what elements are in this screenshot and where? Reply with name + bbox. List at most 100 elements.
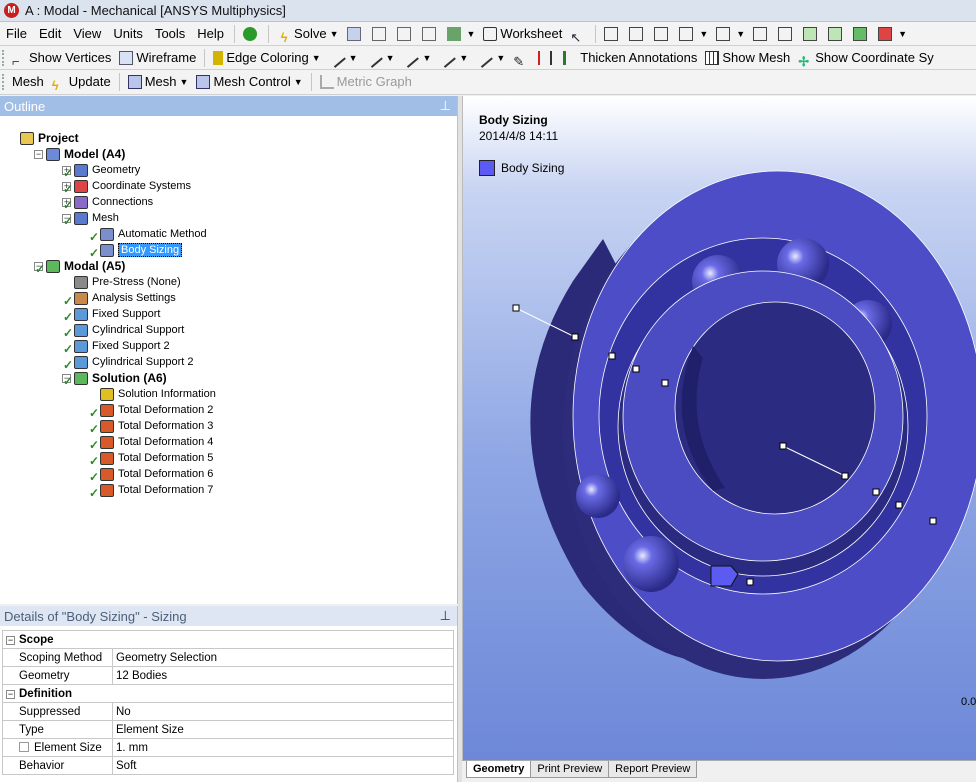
pin-icon[interactable]: ⊥ <box>440 608 451 624</box>
group-definition[interactable]: − Definition <box>2 684 454 703</box>
pin-tool[interactable]: ✎ <box>509 47 534 69</box>
solve-button[interactable]: ϟ Solve ▼ <box>273 23 342 45</box>
select-icon-7[interactable] <box>774 23 799 45</box>
toolbar-cube-dd[interactable]: ▼ <box>874 23 911 45</box>
select-icon-1[interactable] <box>600 23 625 45</box>
show-mesh-button[interactable]: Show Mesh <box>701 47 794 69</box>
status-check-icon: ✓ <box>63 214 74 228</box>
detail-row[interactable]: Geometry 12 Bodies <box>2 666 454 685</box>
edge-tool-4[interactable]: ▼ <box>435 47 472 69</box>
graphics-viewport[interactable]: Body Sizing 2014/4/8 14:11 Body Sizing 0… <box>462 96 976 760</box>
edge-coloring-dropdown[interactable]: Edge Coloring ▼ <box>209 47 324 69</box>
menu-help[interactable]: Help <box>191 23 230 45</box>
tree-node[interactable]: Mesh <box>74 210 119 226</box>
select-icon-9[interactable] <box>824 23 849 45</box>
menu-units[interactable]: Units <box>107 23 149 45</box>
ball[interactable] <box>623 536 679 592</box>
collapse-icon[interactable]: − <box>6 635 15 645</box>
select-icon-4[interactable]: ▼ <box>675 23 712 45</box>
inner-ring[interactable] <box>617 270 909 577</box>
metric-graph-button[interactable]: Metric Graph <box>316 71 416 93</box>
worksheet-button[interactable]: Worksheet <box>479 23 566 45</box>
wireframe-button[interactable]: Wireframe <box>115 47 200 69</box>
tree-node[interactable]: Fixed Support 2 <box>74 338 170 354</box>
tree-node[interactable]: Cylindrical Support <box>74 322 184 338</box>
tree-node[interactable]: Project <box>20 130 79 146</box>
select-icon-6[interactable] <box>749 23 774 45</box>
query-button[interactable]: ↖ <box>566 23 591 45</box>
tree-node[interactable]: Total Deformation 2 <box>100 402 213 418</box>
tree-node[interactable]: Geometry <box>74 162 140 178</box>
detail-row[interactable]: Scoping Method Geometry Selection <box>2 648 454 667</box>
mesh-control-dropdown[interactable]: Mesh Control ▼ <box>192 71 306 93</box>
tree-node[interactable]: Automatic Method <box>100 226 207 242</box>
tree-node[interactable]: Pre-Stress (None) <box>74 274 181 290</box>
edge-tool-5[interactable]: ▼ <box>472 47 509 69</box>
menu-file[interactable]: File <box>0 23 33 45</box>
toolbar-icon-1[interactable] <box>343 23 368 45</box>
tree-node[interactable]: Total Deformation 7 <box>100 482 213 498</box>
bearing-model[interactable] <box>463 96 976 760</box>
tree-node[interactable]: Solution Information <box>100 386 216 402</box>
tree-node[interactable]: Fixed Support <box>74 306 160 322</box>
show-coordinate-button[interactable]: ✢ Show Coordinate Sy <box>794 47 938 69</box>
tree-node[interactable]: Connections <box>74 194 153 210</box>
edge-bar-tool[interactable] <box>534 47 559 69</box>
detail-value[interactable]: Element Size <box>112 720 454 739</box>
detail-row[interactable]: Suppressed No <box>2 702 454 721</box>
menu-view[interactable]: View <box>67 23 107 45</box>
show-mesh-label: Show Mesh <box>722 49 791 65</box>
detail-value[interactable]: No <box>112 702 454 721</box>
toolbar-icon-2[interactable] <box>368 23 393 45</box>
detail-value[interactable]: 1. mm <box>112 738 454 757</box>
pin-icon[interactable]: ⊥ <box>440 98 451 114</box>
menu-tools[interactable]: Tools <box>149 23 191 45</box>
tree-node[interactable]: Total Deformation 5 <box>100 450 213 466</box>
select-icon-5[interactable]: ▼ <box>712 23 749 45</box>
tree-node[interactable]: Cylindrical Support 2 <box>74 354 194 370</box>
menu-edit[interactable]: Edit <box>33 23 67 45</box>
detail-row[interactable]: Type Element Size <box>2 720 454 739</box>
detail-value[interactable]: 12 Bodies <box>112 666 454 685</box>
group-scope[interactable]: − Scope <box>2 630 454 649</box>
check-button[interactable] <box>239 23 264 45</box>
edge-tool-2[interactable]: ▼ <box>362 47 399 69</box>
tree-node[interactable]: Body Sizing <box>100 242 183 258</box>
tree-node[interactable]: Modal (A5) <box>46 258 125 274</box>
collapse-icon[interactable]: − <box>6 689 15 699</box>
tree-node-label: Project <box>38 131 79 145</box>
detail-key: Behavior <box>2 756 113 775</box>
tree-node[interactable]: Total Deformation 4 <box>100 434 213 450</box>
update-button[interactable]: ϟ Update <box>48 71 115 93</box>
select-icon-2[interactable] <box>625 23 650 45</box>
total-deformation-icon <box>100 451 114 465</box>
tab-report-preview[interactable]: Report Preview <box>608 761 698 778</box>
toolbar-icon-3[interactable] <box>393 23 418 45</box>
detail-row[interactable]: Behavior Soft <box>2 756 454 775</box>
select-icon-3[interactable] <box>650 23 675 45</box>
show-vertices-button[interactable]: ⌐ Show Vertices <box>8 47 115 69</box>
mesh-dropdown[interactable]: Mesh ▼ <box>124 71 193 93</box>
tree-node[interactable]: Analysis Settings <box>74 290 176 306</box>
detail-row[interactable]: Element Size 1. mm <box>2 738 454 757</box>
connections-icon <box>74 195 88 209</box>
ball[interactable] <box>576 474 620 518</box>
tree-node[interactable]: Model (A4) <box>46 146 125 162</box>
toolbar-icon-5[interactable]: ▼ <box>443 23 480 45</box>
toolbar-icon-4[interactable] <box>418 23 443 45</box>
detail-value[interactable]: Geometry Selection <box>112 648 454 667</box>
select-icon-10[interactable] <box>849 23 874 45</box>
tab-print-preview[interactable]: Print Preview <box>530 761 610 778</box>
thicken-annotations-button[interactable]: Thicken Annotations <box>559 47 701 69</box>
tab-geometry[interactable]: Geometry <box>466 761 532 778</box>
parameter-checkbox[interactable] <box>19 742 29 753</box>
detail-value[interactable]: Soft <box>112 756 454 775</box>
select-icon-8[interactable] <box>799 23 824 45</box>
tree-node[interactable]: Solution (A6) <box>74 370 167 386</box>
tree-node[interactable]: Total Deformation 3 <box>100 418 213 434</box>
collapse-icon[interactable]: − <box>34 150 43 159</box>
edge-tool-3[interactable]: ▼ <box>398 47 435 69</box>
tree-node[interactable]: Total Deformation 6 <box>100 466 213 482</box>
tree-node[interactable]: Coordinate Systems <box>74 178 191 194</box>
edge-tool-1[interactable]: ▼ <box>325 47 362 69</box>
